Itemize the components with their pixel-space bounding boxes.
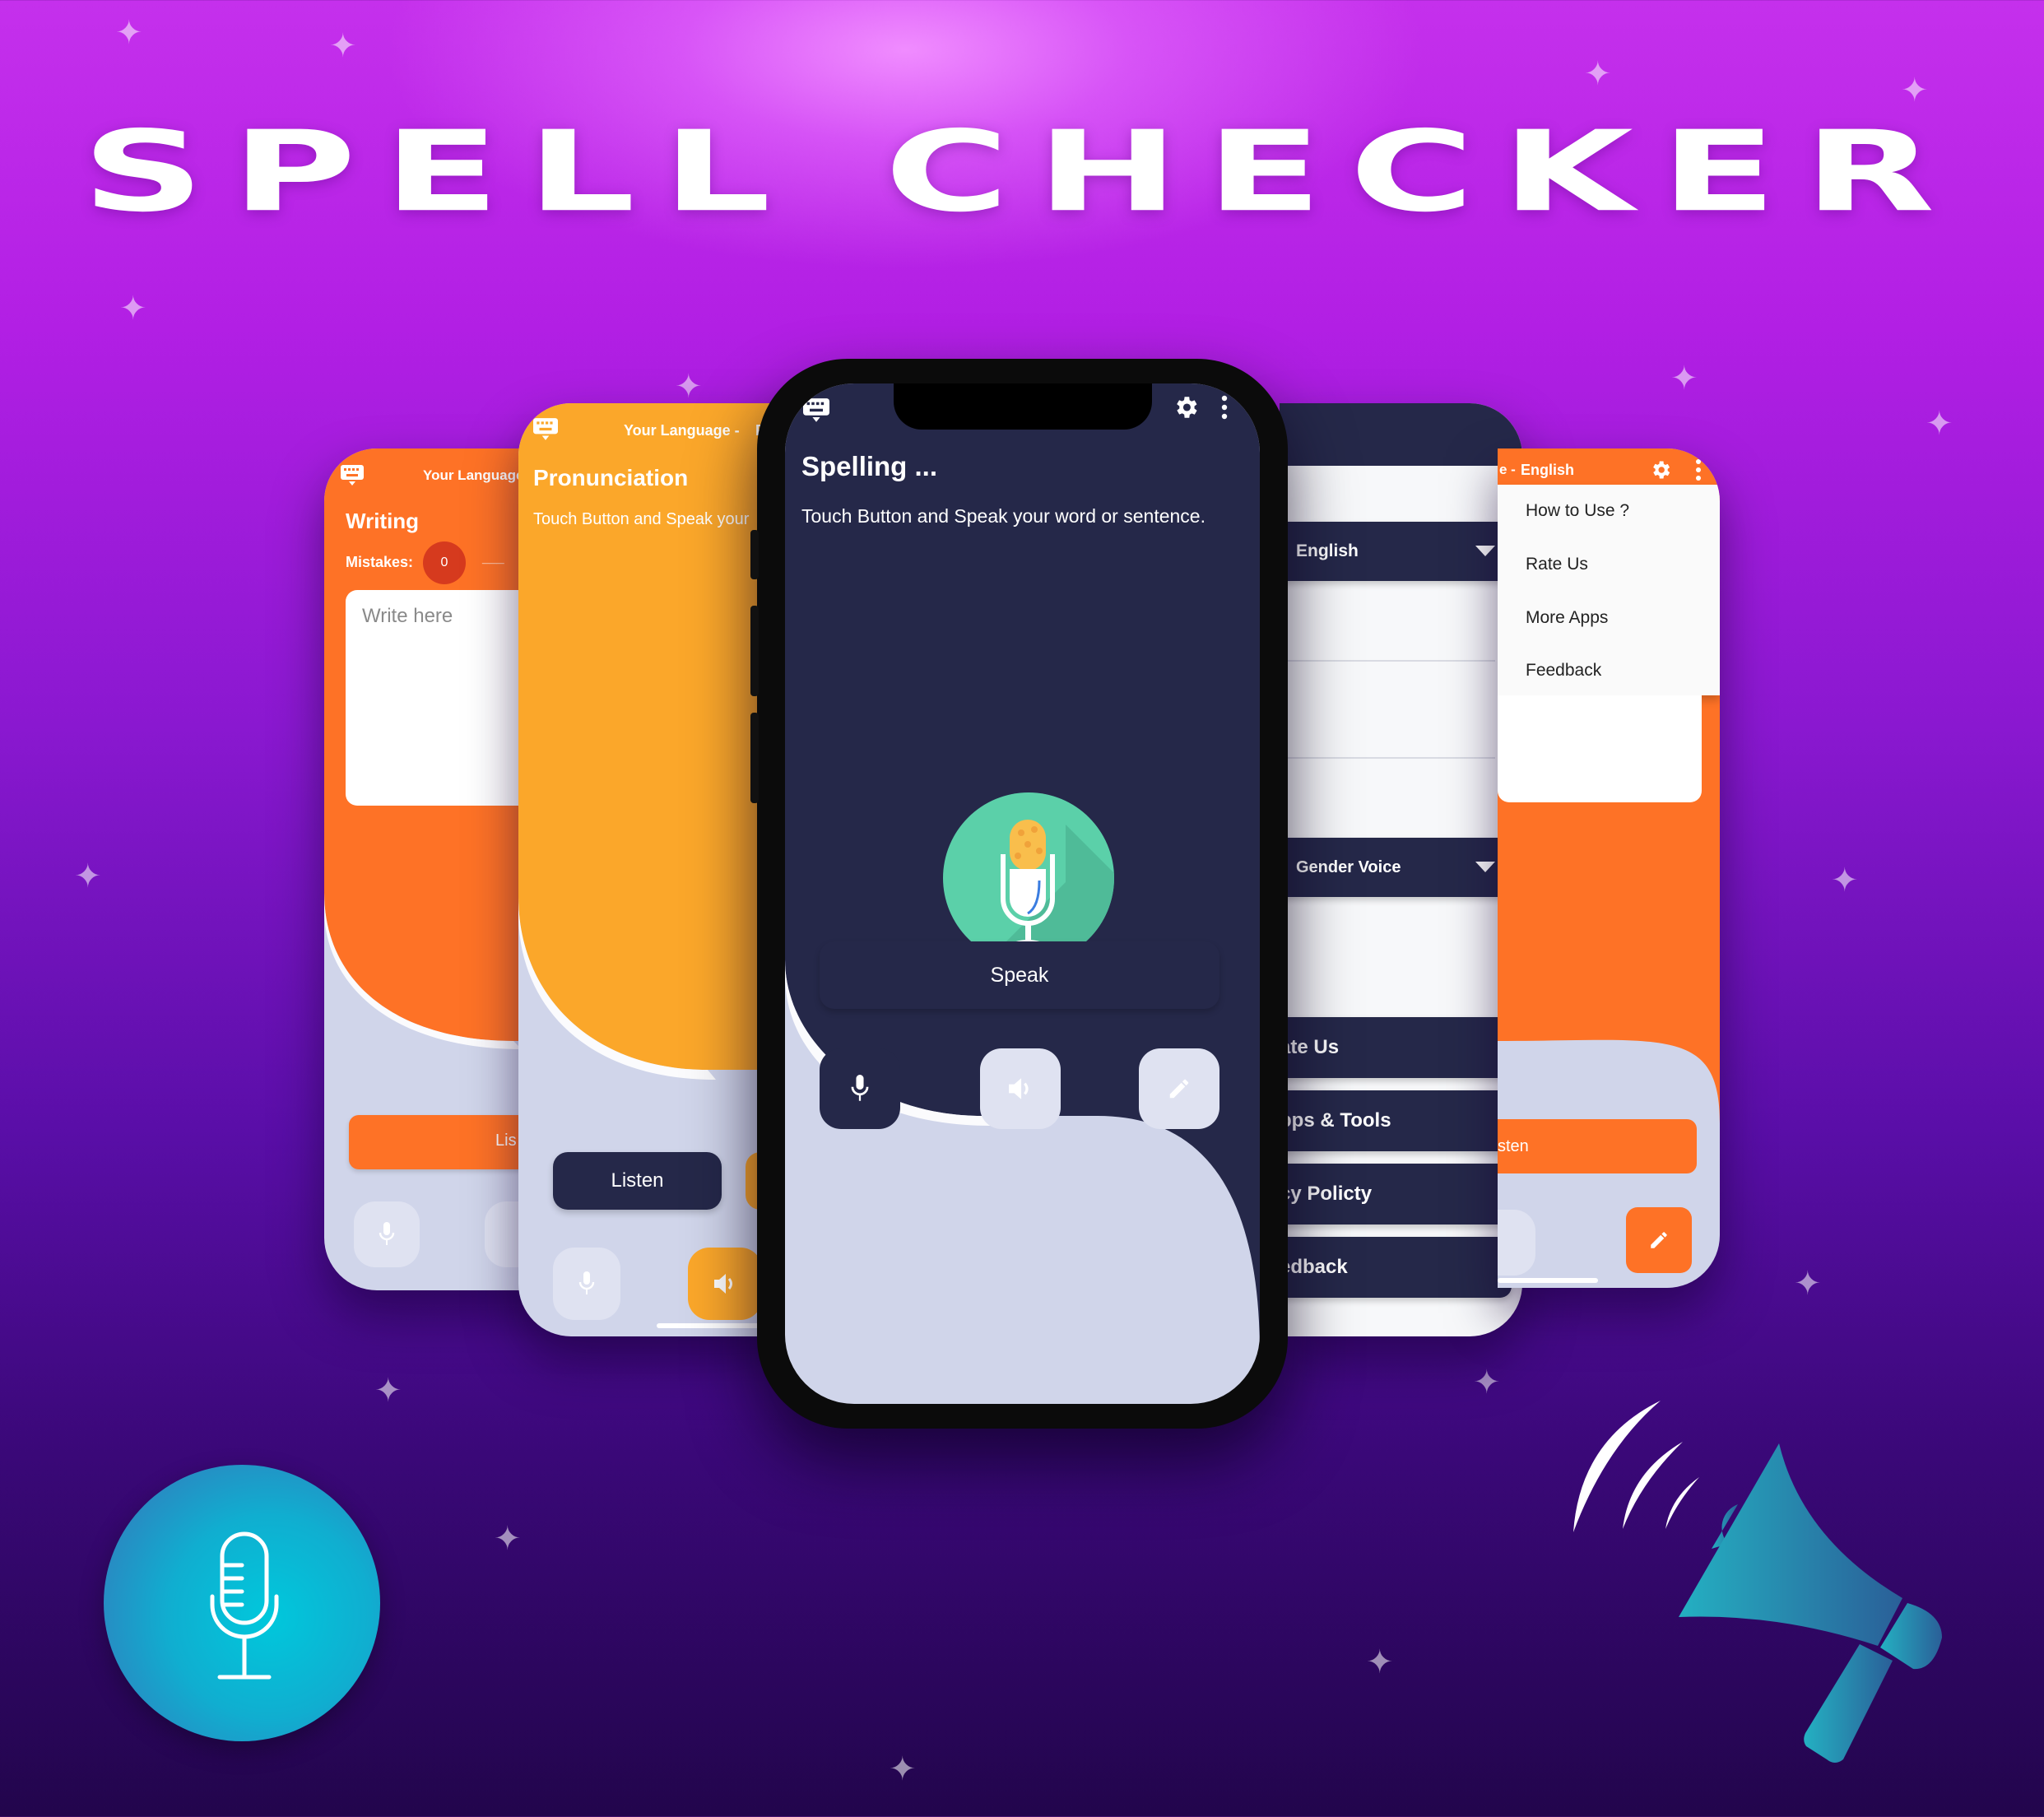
menu-item-more-apps[interactable]: More Apps (1526, 608, 1608, 628)
screen-title: Writing (346, 509, 420, 533)
more-options-icon[interactable] (1695, 458, 1702, 486)
nav-speaker-button[interactable] (688, 1248, 762, 1320)
phone-side-button (750, 713, 759, 803)
spelling-phone: Spelling ... Touch Button and Speak your… (750, 359, 1288, 1429)
nav-speaker-button[interactable] (980, 1048, 1061, 1129)
gender-voice-select[interactable]: Gender Voice (1280, 838, 1512, 897)
dropdown-arrow-icon (1475, 546, 1495, 556)
menu-item-how-to-use[interactable]: How to Use ? (1526, 501, 1629, 521)
listen-button-label: Listen (611, 1169, 664, 1192)
more-options-icon[interactable] (1221, 395, 1228, 424)
rate-us-button[interactable]: ate Us (1280, 1017, 1512, 1078)
privacy-policy-label: cy Policty (1280, 1183, 1373, 1205)
apps-tools-button[interactable]: pps & Tools (1280, 1090, 1512, 1151)
pencil-icon (1651, 1232, 1667, 1248)
keyboard-icon[interactable] (533, 418, 558, 445)
mistakes-count-badge: 0 (423, 541, 466, 584)
phone-notch (893, 383, 1152, 430)
app-banner-title: SPELL CHECKER (81, 107, 1963, 237)
listen-button-label: Lis (495, 1132, 517, 1150)
menu-screen: e - English How to Use ? Rate Us More Ap… (1498, 448, 1720, 1288)
mistakes-placeholder: ___ (482, 551, 504, 565)
mic-icon (851, 1075, 869, 1101)
nav-mic-button[interactable] (820, 1048, 900, 1129)
apps-tools-label: pps & Tools (1280, 1109, 1391, 1132)
header-language-value[interactable]: English (1521, 462, 1574, 479)
divider (1280, 660, 1495, 662)
microphone-illustration[interactable] (942, 792, 1115, 964)
pencil-icon (1169, 1079, 1189, 1099)
gear-icon[interactable] (1649, 458, 1672, 486)
menu-item-feedback[interactable]: Feedback (1526, 661, 1601, 681)
screen-subtitle: Touch Button and Speak your word or sent… (801, 505, 1205, 527)
listen-button[interactable]: sten (1498, 1119, 1697, 1173)
nav-pencil-button[interactable] (1139, 1048, 1219, 1129)
nav-mic-button[interactable] (354, 1201, 420, 1267)
header-language-label[interactable]: Your Language (423, 467, 523, 484)
speaker-icon (1009, 1078, 1029, 1099)
dropdown-arrow-icon (1475, 862, 1495, 872)
write-placeholder: Write here (362, 605, 453, 627)
settings-header (1280, 403, 1522, 466)
microphone-outline-icon (210, 1531, 279, 1680)
language-select-value: English (1296, 541, 1359, 560)
gender-voice-select-value: Gender Voice (1296, 857, 1401, 876)
header-language-label[interactable]: Your Language - (624, 422, 740, 439)
home-indicator (1498, 1278, 1598, 1283)
speak-button-label: Speak (990, 963, 1049, 987)
feedback-button[interactable]: edback (1280, 1237, 1512, 1298)
screen-title: Pronunciation (533, 465, 689, 490)
divider (1280, 757, 1495, 759)
mic-icon (578, 1271, 595, 1294)
screen-subtitle: Touch Button and Speak your (533, 510, 750, 528)
settings-screen: English Gender Voice ate Us pps & Tools … (1280, 403, 1522, 1336)
phone-side-button (750, 606, 759, 696)
speak-button[interactable]: Speak (820, 941, 1219, 1009)
privacy-policy-button[interactable]: cy Policty (1280, 1164, 1512, 1224)
mistakes-label: Mistakes: (346, 554, 414, 570)
megaphone-illustration (1555, 1391, 1950, 1769)
megaphone-icon (1573, 1401, 1942, 1763)
keyboard-icon[interactable] (803, 398, 829, 427)
phone-side-button (750, 530, 759, 579)
mic-icon (379, 1222, 395, 1245)
spelling-screen: Spelling ... Touch Button and Speak your… (785, 383, 1260, 1404)
nav-mic-button[interactable] (553, 1248, 620, 1320)
feedback-label: edback (1280, 1256, 1348, 1278)
text-area[interactable] (1498, 695, 1702, 802)
microphone-badge (104, 1465, 380, 1741)
listen-button-label: sten (1498, 1137, 1529, 1155)
header-prefix: e - (1499, 462, 1516, 477)
overflow-menu: How to Use ? Rate Us More Apps Feedback (1498, 485, 1720, 695)
rate-us-label: ate Us (1280, 1036, 1340, 1058)
language-select[interactable]: English (1280, 522, 1512, 581)
keyboard-icon[interactable] (341, 465, 364, 490)
speaker-icon (714, 1274, 732, 1294)
nav-speaker-button[interactable] (1498, 1210, 1535, 1276)
nav-pencil-button[interactable] (1626, 1207, 1692, 1273)
screen-title: Spelling ... (801, 451, 938, 481)
listen-button[interactable]: Listen (553, 1152, 722, 1210)
menu-item-rate-us[interactable]: Rate Us (1526, 555, 1588, 574)
gear-icon[interactable] (1172, 393, 1200, 425)
